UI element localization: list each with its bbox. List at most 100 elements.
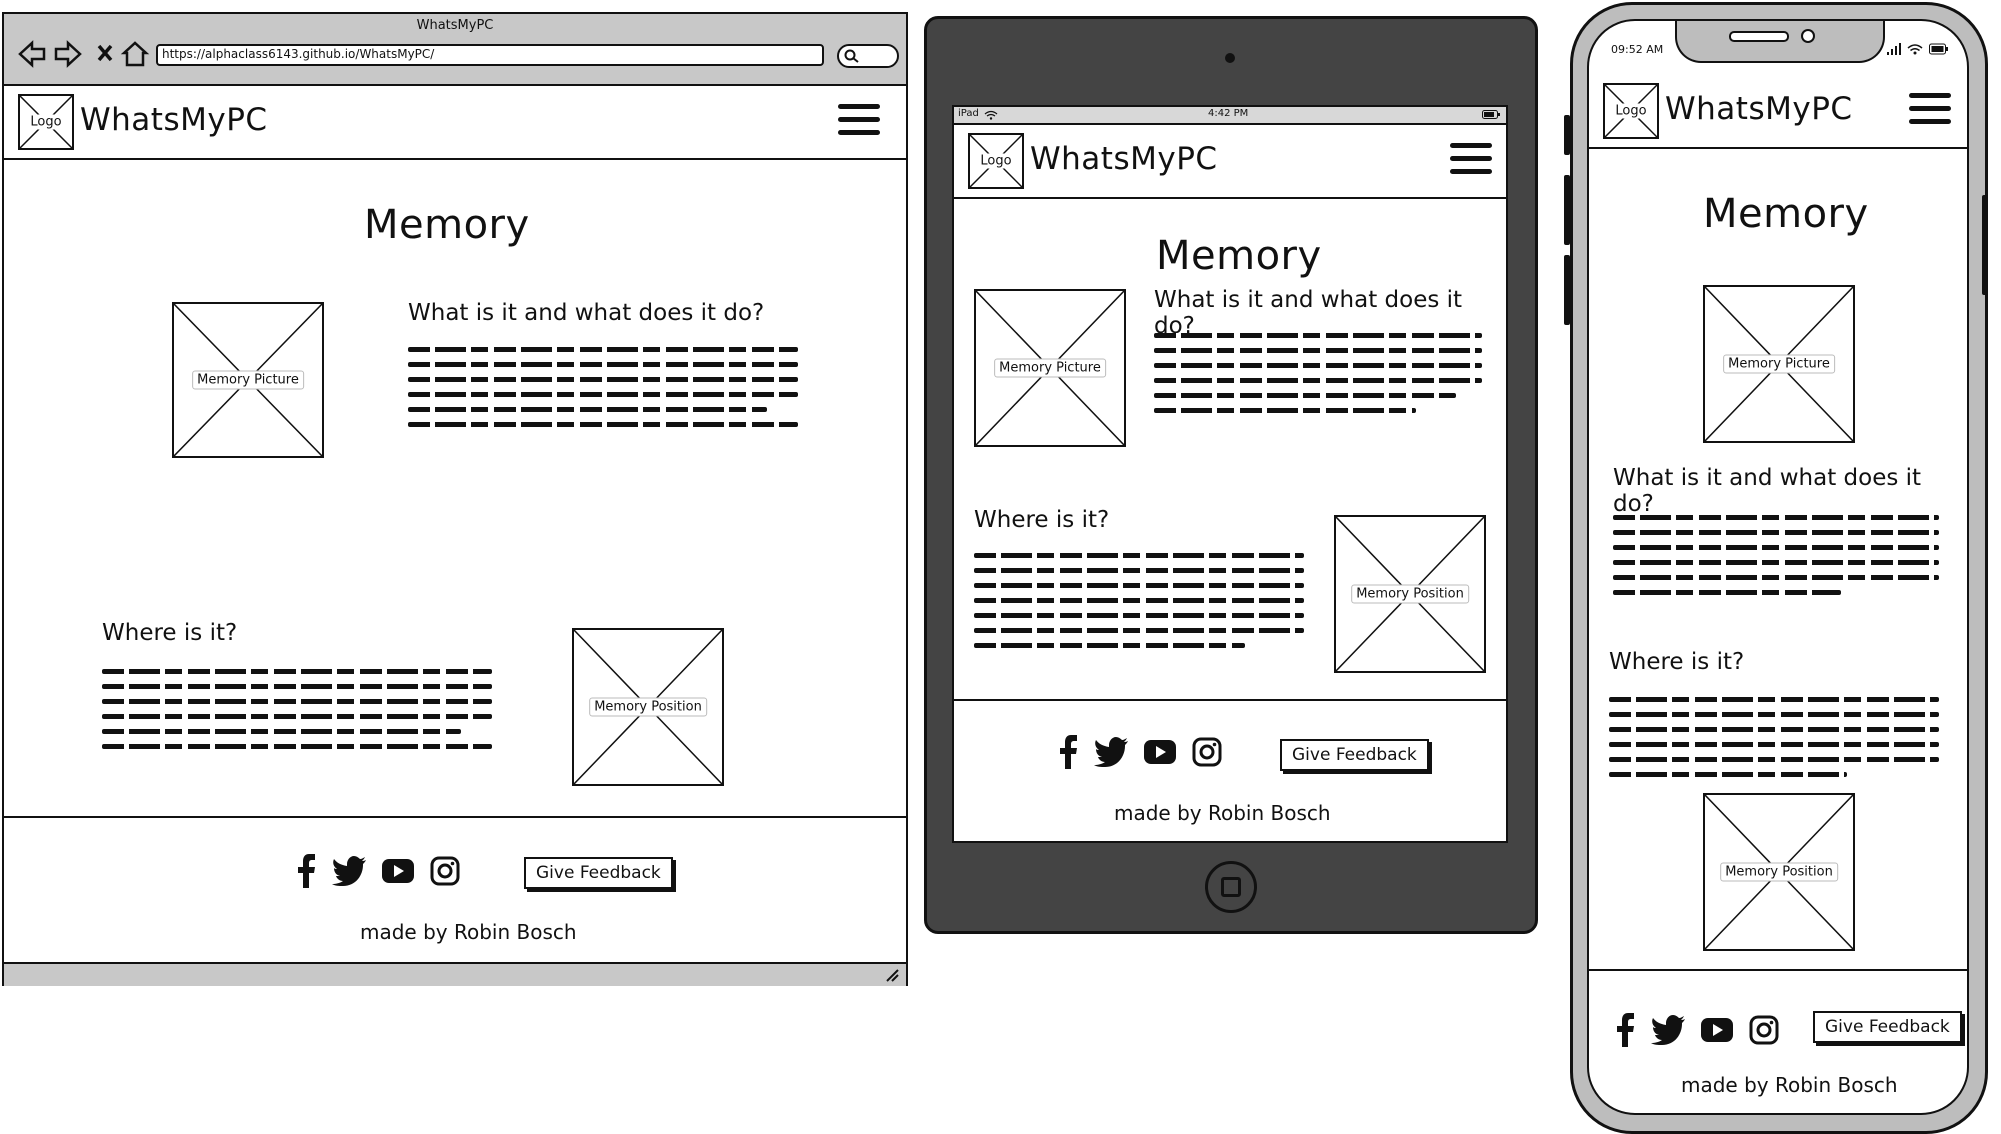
browser-search-box[interactable]: [837, 44, 899, 68]
battery-icon: [1482, 110, 1500, 119]
give-feedback-button[interactable]: Give Feedback: [524, 857, 673, 889]
footer-credit: made by Robin Bosch: [1114, 801, 1331, 825]
back-icon[interactable]: [18, 40, 46, 68]
header-divider: [4, 158, 906, 160]
memory-picture-caption: Memory Picture: [994, 358, 1106, 378]
twitter-icon[interactable]: [1651, 1015, 1685, 1045]
memory-picture-caption: Memory Picture: [1723, 354, 1835, 374]
section-heading-what: What is it and what does it do?: [408, 300, 765, 326]
phone-screen: 09:52 AM Logo WhatsMyPC Memory Memory Pi…: [1587, 19, 1969, 1115]
brand-name[interactable]: WhatsMyPC: [1030, 141, 1218, 177]
hamburger-menu-icon[interactable]: [838, 104, 880, 143]
logo-label: Logo: [1613, 103, 1649, 119]
twitter-icon[interactable]: [1094, 737, 1128, 767]
section-text-what: [408, 347, 798, 437]
section-heading-where: Where is it?: [1609, 649, 1745, 675]
close-icon[interactable]: [97, 44, 113, 62]
section-text-what: [1613, 515, 1939, 605]
forward-icon[interactable]: [54, 40, 82, 68]
page-title: Memory: [1156, 233, 1322, 279]
header-divider: [954, 197, 1506, 199]
wifi-icon: [1907, 44, 1923, 55]
section-heading-what: What is it and what does it do?: [1154, 287, 1463, 339]
tablet-screen: iPad 4:42 PM Logo WhatsMyPC Memory Memor…: [952, 105, 1508, 843]
memory-position-caption: Memory Position: [589, 697, 707, 717]
signal-icon: [1887, 43, 1901, 55]
hamburger-menu-icon[interactable]: [1909, 93, 1951, 132]
facebook-icon[interactable]: [296, 854, 316, 888]
footer-credit: made by Robin Bosch: [360, 920, 577, 944]
browser-toolbar: WhatsMyPC https://alphaclass6143.github.…: [4, 14, 906, 86]
footer-divider: [1589, 969, 1967, 971]
tablet-home-button[interactable]: [1205, 861, 1257, 913]
page-title: Memory: [364, 202, 530, 248]
section-text-where: [974, 553, 1304, 658]
url-bar[interactable]: https://alphaclass6143.github.io/WhatsMy…: [156, 44, 824, 66]
tablet-status-bar: iPad 4:42 PM: [954, 107, 1506, 125]
wifi-icon: [984, 110, 998, 120]
section-text-where: [1609, 697, 1939, 787]
home-icon[interactable]: [120, 41, 150, 67]
phone-side-button[interactable]: [1564, 255, 1570, 325]
footer-divider: [954, 699, 1506, 701]
phone-side-button[interactable]: [1982, 195, 1988, 295]
phone-side-button[interactable]: [1564, 115, 1570, 155]
give-feedback-button[interactable]: Give Feedback: [1813, 1011, 1962, 1043]
browser-nav-icons: [18, 40, 150, 68]
logo-label: Logo: [978, 153, 1014, 169]
tablet-camera: [1225, 53, 1235, 63]
facebook-icon[interactable]: [1615, 1013, 1635, 1047]
browser-window-title: WhatsMyPC: [416, 18, 494, 33]
twitter-icon[interactable]: [332, 856, 366, 886]
battery-icon: [1929, 43, 1948, 55]
phone-frame: 09:52 AM Logo WhatsMyPC Memory Memory Pi…: [1564, 2, 1988, 1134]
phone-side-button[interactable]: [1564, 175, 1570, 245]
brand-name[interactable]: WhatsMyPC: [1665, 91, 1853, 127]
section-heading-where: Where is it?: [974, 507, 1110, 533]
youtube-icon[interactable]: [382, 859, 414, 883]
memory-position-picture: Memory Position: [572, 628, 724, 786]
phone-notch: [1675, 21, 1885, 63]
page-title: Memory: [1703, 191, 1869, 237]
section-text-what: [1154, 333, 1482, 423]
memory-position-caption: Memory Position: [1351, 584, 1469, 604]
memory-picture-caption: Memory Picture: [192, 370, 304, 390]
logo[interactable]: Logo: [1603, 83, 1659, 139]
search-icon: [844, 49, 859, 63]
section-heading-where: Where is it?: [102, 620, 238, 646]
header-divider: [1589, 147, 1967, 149]
footer-divider: [4, 816, 906, 818]
tablet-carrier: iPad: [958, 108, 979, 119]
youtube-icon[interactable]: [1701, 1018, 1733, 1042]
browser-status-bar: [4, 962, 906, 986]
social-links: [296, 854, 460, 888]
instagram-icon[interactable]: [1749, 1015, 1779, 1045]
resize-handle-icon[interactable]: [884, 967, 900, 983]
url-text: https://alphaclass6143.github.io/WhatsMy…: [162, 47, 435, 61]
memory-picture: Memory Picture: [1703, 285, 1855, 443]
section-heading-what: What is it and what does it do?: [1613, 465, 1922, 517]
tablet-time: 4:42 PM: [1208, 108, 1249, 119]
logo[interactable]: Logo: [18, 94, 74, 150]
instagram-icon[interactable]: [430, 856, 460, 886]
memory-picture: Memory Picture: [172, 302, 324, 458]
logo-label: Logo: [28, 114, 64, 130]
give-feedback-button[interactable]: Give Feedback: [1280, 739, 1429, 771]
desktop-browser-frame: WhatsMyPC https://alphaclass6143.github.…: [2, 12, 908, 986]
instagram-icon[interactable]: [1192, 737, 1222, 767]
brand-name[interactable]: WhatsMyPC: [80, 102, 268, 138]
social-links: [1615, 1013, 1779, 1047]
footer-credit: made by Robin Bosch: [1681, 1073, 1898, 1097]
hamburger-menu-icon[interactable]: [1450, 143, 1492, 182]
section-text-where: [102, 669, 492, 759]
memory-position-picture: Memory Position: [1703, 793, 1855, 951]
phone-time: 09:52 AM: [1611, 43, 1664, 56]
logo[interactable]: Logo: [968, 133, 1024, 189]
youtube-icon[interactable]: [1144, 740, 1176, 764]
memory-position-caption: Memory Position: [1720, 862, 1838, 882]
memory-picture: Memory Picture: [974, 289, 1126, 447]
facebook-icon[interactable]: [1058, 735, 1078, 769]
tablet-frame: iPad 4:42 PM Logo WhatsMyPC Memory Memor…: [924, 16, 1538, 934]
memory-position-picture: Memory Position: [1334, 515, 1486, 673]
social-links: [1058, 735, 1222, 769]
